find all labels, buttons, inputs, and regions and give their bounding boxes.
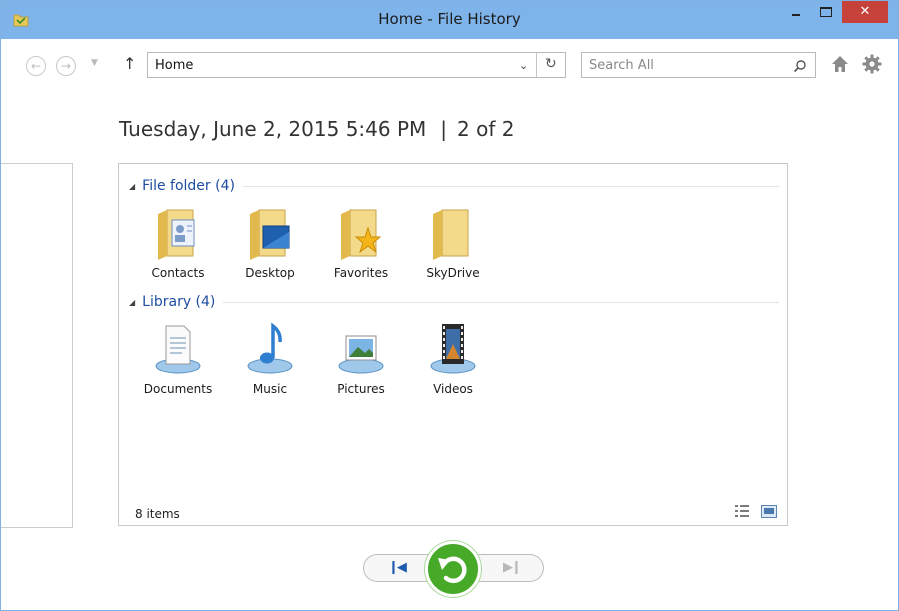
snapshot-date: Tuesday, June 2, 2015 5:46 PM [119,117,427,141]
list-item-videos[interactable]: Videos [411,320,495,396]
videos-library-icon [430,324,476,374]
item-label: Contacts [151,266,205,280]
group-divider [242,185,779,187]
search-placeholder: Search All [589,58,654,73]
item-label: SkyDrive [426,266,480,280]
group-header-label: File folder (4) [142,178,235,194]
window-title: Home - File History [378,10,521,28]
gear-icon[interactable] [861,53,883,75]
large-icons-view-icon[interactable] [761,505,777,518]
group-header-file-folder[interactable]: ◢ File folder (4) [129,178,779,194]
snapshot-date-label: Tuesday, June 2, 2015 5:46 PM | 2 of 2 [119,117,514,141]
group-header-label: Library (4) [142,294,216,310]
refresh-icon[interactable]: ↻ [545,56,557,72]
restore-icon [438,556,467,584]
group-divider [223,301,779,303]
close-button[interactable]: ✕ [842,1,888,23]
item-label: Videos [433,382,473,396]
recent-locations-chevron-icon[interactable]: ▼ [91,58,98,68]
item-label: Music [252,382,288,396]
previous-version-icon: ❙◀ [388,560,407,575]
desktop-folder-icon [250,209,290,260]
search-icon[interactable] [793,59,807,73]
arrow-right-icon: → [60,59,72,73]
navigation-bar: ← → ▼ ↑ Home ⌄ ↻ Search All [1,39,898,93]
collapse-triangle-icon[interactable]: ◢ [129,182,135,191]
address-divider [536,53,537,77]
item-label: Documents [143,382,213,396]
favorites-folder-icon [341,209,382,260]
list-item-documents[interactable]: Documents [136,320,220,396]
list-item-skydrive[interactable]: SkyDrive [411,206,495,280]
skydrive-folder-icon [433,209,469,260]
address-dropdown-icon[interactable]: ⌄ [519,59,528,72]
collapse-triangle-icon[interactable]: ◢ [129,298,135,307]
list-item-contacts[interactable]: Contacts [136,206,220,280]
restore-button[interactable] [425,541,481,597]
snapshot-position: 2 of 2 [457,117,515,141]
address-text: Home [155,58,194,73]
list-item-pictures[interactable]: Pictures [319,320,403,396]
file-history-window: Home - File History ✕ ← → ▼ ↑ Home ⌄ ↻ S… [0,0,899,611]
arrow-left-icon: ← [30,59,42,73]
address-bar[interactable]: Home ⌄ ↻ [147,52,566,78]
list-item-favorites[interactable]: Favorites [319,206,403,280]
list-item-desktop[interactable]: Desktop [228,206,312,280]
item-count-status: 8 items [135,507,180,521]
date-separator: | [440,117,448,141]
documents-library-icon [155,325,201,374]
home-icon[interactable] [830,54,850,74]
minimize-button[interactable] [782,1,810,23]
maximize-button[interactable] [812,1,840,23]
title-bar[interactable]: Home - File History ✕ [1,1,898,39]
pictures-library-icon [338,335,384,374]
forward-button[interactable]: → [56,56,76,76]
back-button[interactable]: ← [26,56,46,76]
playback-controls: ❙◀ ▶❙ [1,541,898,597]
contacts-folder-icon [158,209,195,260]
details-view-icon[interactable] [735,505,749,517]
group-header-library[interactable]: ◢ Library (4) [129,294,779,310]
search-box[interactable]: Search All [581,52,816,78]
item-label: Pictures [337,382,385,396]
snapshot-content-panel: ◢ File folder (4) Contacts Desktop Favor… [118,163,788,526]
previous-snapshot-panel[interactable] [1,163,73,528]
music-library-icon [247,322,293,374]
up-button[interactable]: ↑ [123,54,136,73]
next-version-icon: ▶❙ [503,560,522,575]
list-item-music[interactable]: Music [228,320,312,396]
item-label: Favorites [333,266,389,280]
item-label: Desktop [245,266,295,280]
